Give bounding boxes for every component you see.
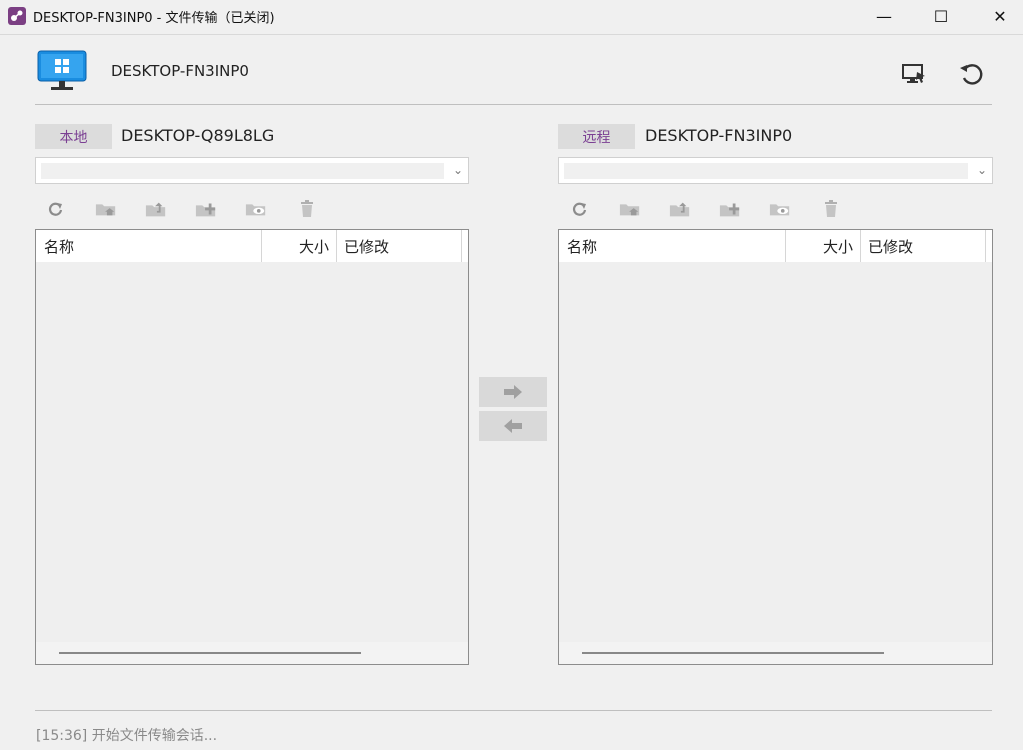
delete-icon[interactable] [296,198,318,220]
remote-horizontal-scrollbar[interactable] [559,642,992,664]
home-folder-icon[interactable] [95,198,117,220]
local-host-label: DESKTOP-Q89L8LG [121,126,275,145]
column-divider[interactable] [336,230,337,262]
minimize-button[interactable]: — [861,0,907,32]
local-path-input[interactable] [41,163,444,179]
column-modified-header[interactable]: 已修改 [868,230,913,262]
title-bar: DESKTOP-FN3INP0 - 文件传输（已关闭) — ☐ ✕ [0,0,1023,32]
column-divider[interactable] [461,230,462,262]
remote-tag: 远程 [558,124,635,149]
local-tag: 本地 [35,124,112,149]
close-button[interactable]: ✕ [977,0,1023,32]
delete-icon[interactable] [820,198,842,220]
remote-file-list[interactable]: 名称 大小 已修改 [558,229,993,665]
scrollbar-thumb[interactable] [582,652,884,654]
reconnect-icon[interactable] [957,60,985,88]
receive-from-remote-button[interactable] [479,411,547,441]
column-size-header[interactable]: 大小 [786,230,853,262]
preview-icon[interactable] [245,198,267,220]
remote-path-combobox[interactable]: ⌄ [558,157,993,184]
remote-host-label: DESKTOP-FN3INP0 [111,62,249,80]
close-icon: ✕ [993,6,1007,26]
send-to-remote-button[interactable] [479,377,547,407]
column-name-header[interactable]: 名称 [44,230,74,262]
column-divider[interactable] [860,230,861,262]
minimize-icon: — [876,6,892,26]
column-name-header[interactable]: 名称 [567,230,597,262]
new-folder-icon[interactable] [195,198,217,220]
home-folder-icon[interactable] [619,198,641,220]
remote-control-icon[interactable] [900,60,928,88]
parent-folder-icon[interactable] [669,198,691,220]
remote-panel-host-label: DESKTOP-FN3INP0 [645,126,793,145]
preview-icon[interactable] [769,198,791,220]
app-icon [8,7,26,25]
chevron-down-icon[interactable]: ⌄ [977,163,987,177]
title-separator [0,34,1023,35]
scrollbar-thumb[interactable] [59,652,361,654]
local-file-list[interactable]: 名称 大小 已修改 [35,229,469,665]
status-log: [15:36] 开始文件传输会话... [36,728,218,744]
window-title: DESKTOP-FN3INP0 - 文件传输（已关闭) [33,11,275,26]
local-path-combobox[interactable]: ⌄ [35,157,469,184]
chevron-down-icon[interactable]: ⌄ [453,163,463,177]
footer-divider [35,710,992,711]
remote-file-list-header: 名称 大小 已修改 [559,230,992,262]
maximize-button[interactable]: ☐ [918,0,964,32]
parent-folder-icon[interactable] [145,198,167,220]
column-modified-header[interactable]: 已修改 [344,230,389,262]
maximize-icon: ☐ [933,6,949,26]
remote-path-input[interactable] [564,163,968,179]
refresh-icon[interactable] [45,198,67,220]
arrow-right-icon [504,385,522,399]
column-size-header[interactable]: 大小 [262,230,329,262]
new-folder-icon[interactable] [719,198,741,220]
local-horizontal-scrollbar[interactable] [36,642,468,664]
header-divider [35,104,992,105]
arrow-left-icon [504,419,522,433]
column-divider[interactable] [985,230,986,262]
refresh-icon[interactable] [569,198,591,220]
monitor-windows-icon [37,50,87,96]
local-file-list-header: 名称 大小 已修改 [36,230,468,262]
